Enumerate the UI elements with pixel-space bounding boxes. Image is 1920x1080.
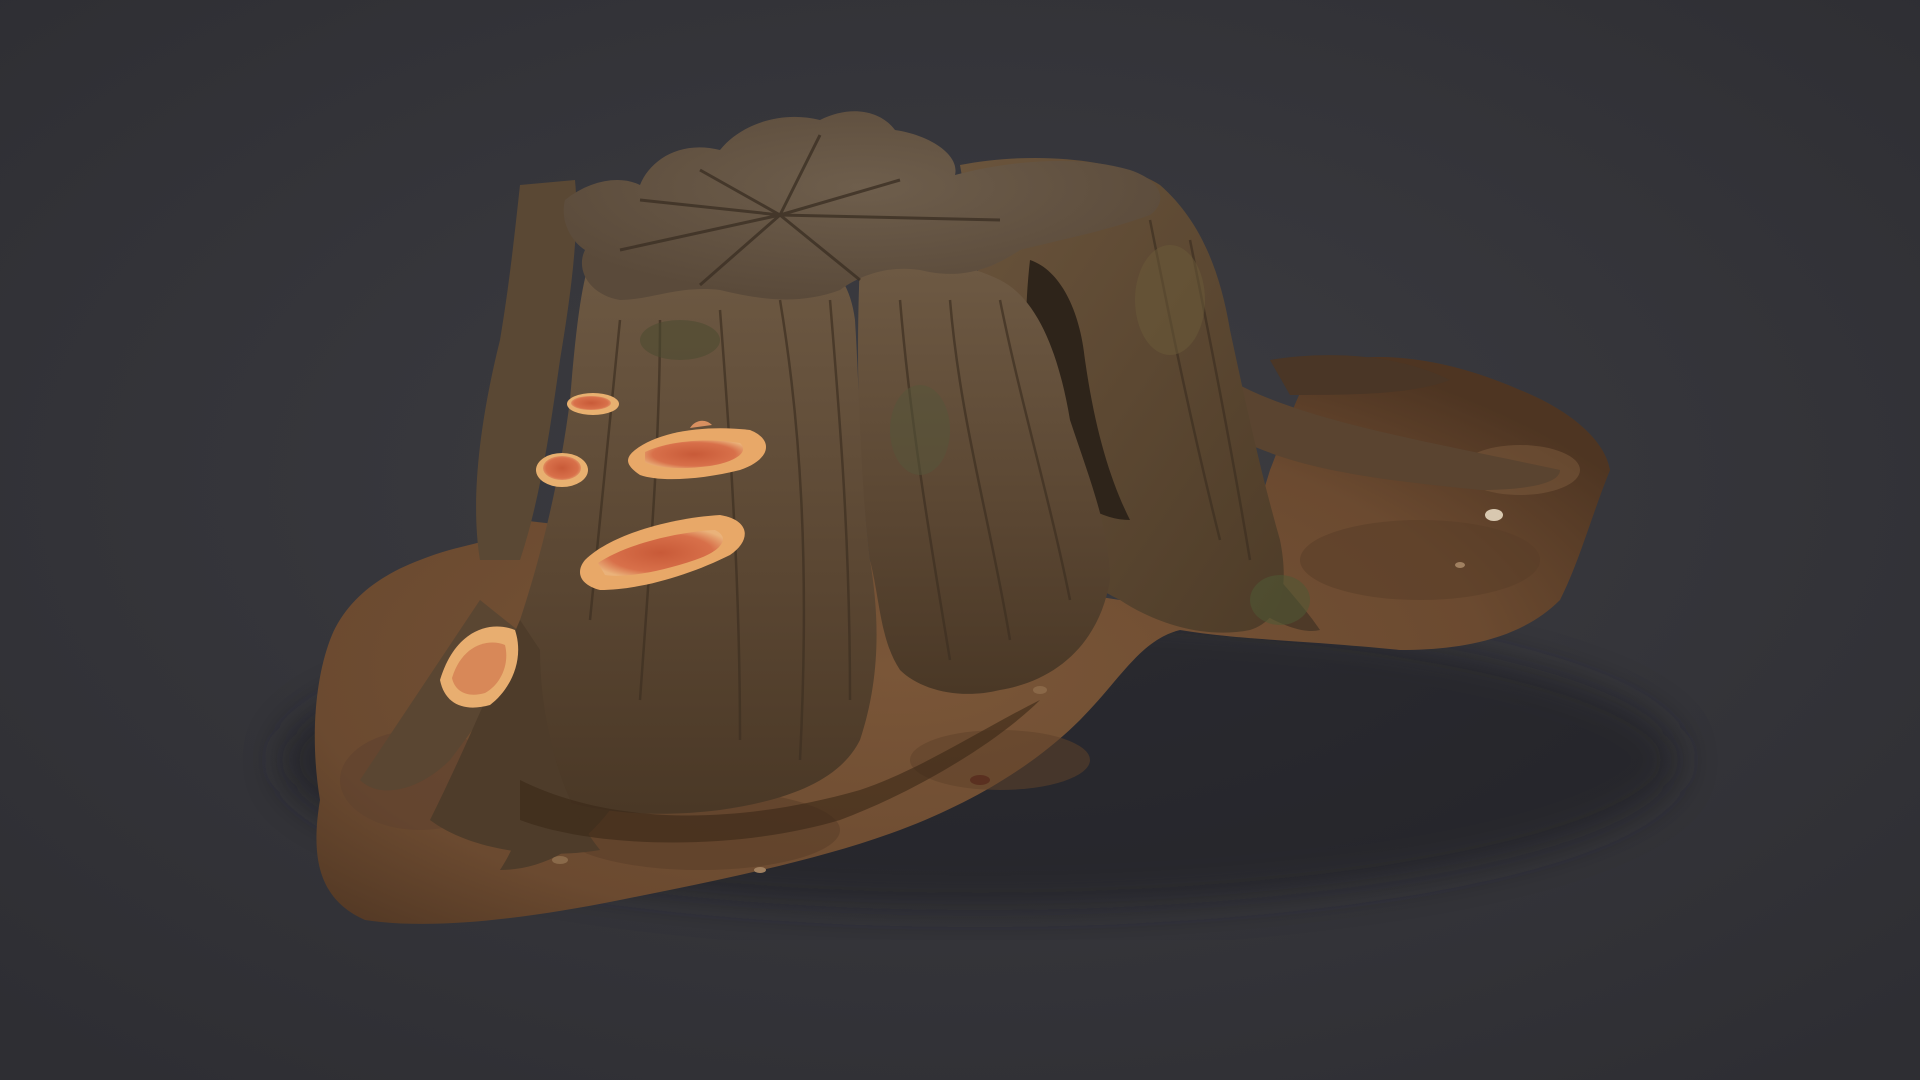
fungus-left — [536, 453, 588, 487]
viewport — [0, 0, 1920, 1080]
scene — [0, 0, 1920, 1080]
fungus-top-small — [567, 393, 619, 415]
